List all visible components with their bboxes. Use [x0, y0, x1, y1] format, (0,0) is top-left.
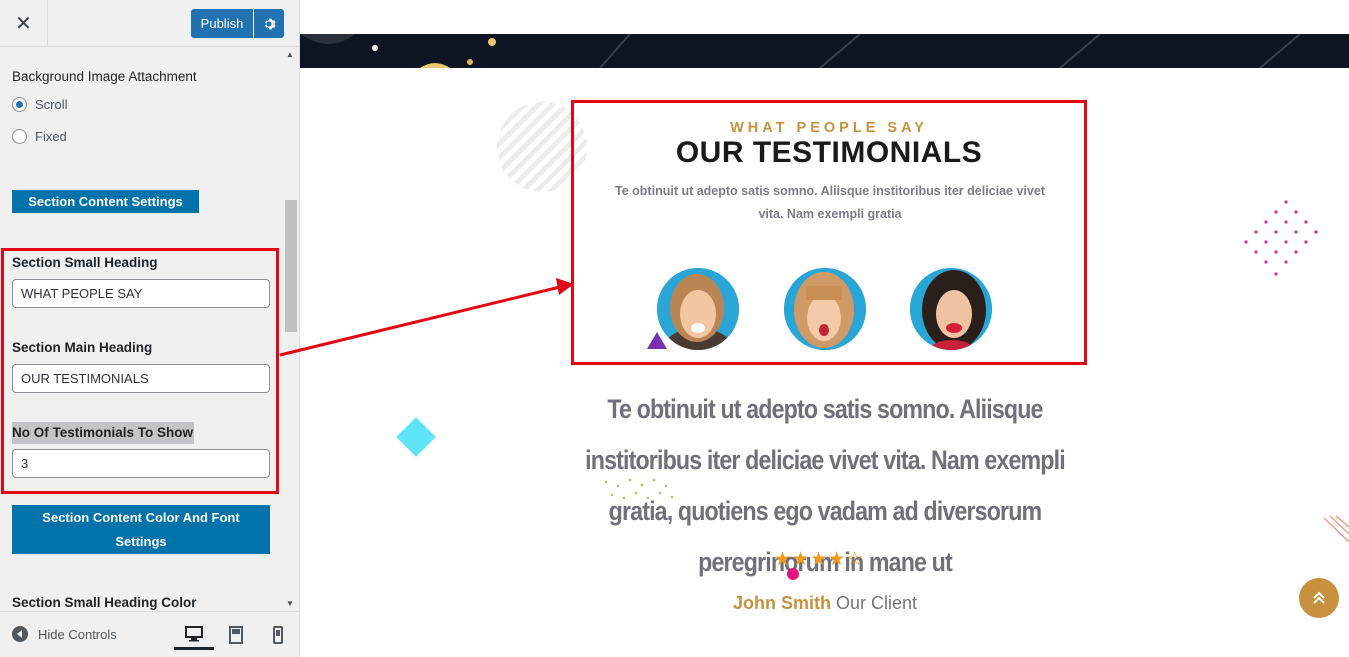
- testimonial-avatar-3[interactable]: [910, 268, 992, 350]
- scroll-down-icon[interactable]: ▼: [286, 599, 294, 608]
- controls-panel: Background Image Attachment Scroll Fixed…: [0, 48, 284, 611]
- diamond-decoration: [396, 417, 436, 457]
- small-heading-color-label: Section Small Heading Color: [12, 595, 197, 610]
- radio-fixed-label: Fixed: [35, 129, 67, 144]
- small-heading-label: Section Small Heading: [12, 255, 158, 270]
- section-content-settings-button[interactable]: Section Content Settings: [12, 190, 199, 213]
- radio-scroll-label: Scroll: [35, 97, 68, 112]
- mobile-preview-button[interactable]: [258, 620, 298, 650]
- section-main-heading: OUR TESTIMONIALS: [675, 136, 983, 169]
- num-testimonials-input[interactable]: [12, 449, 270, 478]
- testimonial-avatar-1[interactable]: [657, 268, 739, 350]
- person-avatar-icon: [910, 268, 992, 350]
- radio-scroll-input[interactable]: [12, 97, 27, 112]
- color-font-settings-button[interactable]: Section Content Color And Font Settings: [12, 505, 270, 554]
- tablet-preview-button[interactable]: [216, 620, 256, 650]
- triangle-decoration: [647, 332, 667, 349]
- testimonial-avatar-2[interactable]: [784, 268, 866, 350]
- hide-controls-label: Hide Controls: [38, 626, 117, 642]
- desktop-preview-button[interactable]: [174, 620, 214, 650]
- star-empty-icon: ☆: [846, 549, 865, 570]
- main-heading-input[interactable]: [12, 364, 270, 393]
- person-avatar-icon: [657, 268, 739, 350]
- num-testimonials-label: No Of Testimonials To Show: [12, 422, 195, 444]
- bg-attachment-title: Background Image Attachment: [12, 69, 197, 84]
- collapse-arrow-icon: [12, 626, 28, 642]
- publish-button[interactable]: Publish: [191, 9, 253, 38]
- double-chevron-up-icon: [1313, 591, 1325, 604]
- star-filled-icon: ★: [810, 549, 829, 570]
- scroll-to-top-button[interactable]: [1299, 578, 1339, 618]
- mobile-icon: [273, 626, 283, 644]
- lines-decoration: [1323, 515, 1349, 543]
- dot-decoration: [787, 568, 799, 580]
- scroll-up-icon[interactable]: ▲: [286, 50, 294, 59]
- main-heading-label: Section Main Heading: [12, 340, 153, 355]
- hero-decoration: [300, 33, 1301, 69]
- desktop-icon: [185, 625, 203, 641]
- site-preview: WHAT PEOPLE SAY OUR TESTIMONIALS Te obti…: [300, 0, 1349, 657]
- hero-banner-strip: [300, 33, 1349, 69]
- customizer-header: ✕ Publish: [0, 0, 299, 47]
- radio-scroll[interactable]: Scroll: [12, 97, 68, 112]
- customizer-footer: Hide Controls: [0, 611, 299, 657]
- customizer-sidebar: ✕ Publish Background Image Attachment Sc…: [0, 0, 300, 657]
- section-subtext: Te obtinuit ut adepto satis somno. Aliis…: [615, 184, 1045, 221]
- publish-settings-button[interactable]: [254, 9, 284, 38]
- tablet-icon: [229, 626, 243, 644]
- client-name: John Smith: [732, 593, 831, 613]
- panel-scrollbar-thumb[interactable]: [285, 200, 297, 332]
- gear-icon: [265, 18, 276, 29]
- star-filled-icon: ★: [828, 549, 847, 570]
- close-icon: ✕: [15, 13, 32, 35]
- hide-controls-button[interactable]: Hide Controls: [12, 626, 117, 642]
- radio-fixed-input[interactable]: [12, 129, 27, 144]
- radio-fixed[interactable]: Fixed: [12, 129, 67, 144]
- client-credit: John Smith Our Client: [600, 593, 1050, 614]
- dot-diamond-decoration: [1244, 200, 1318, 276]
- section-small-heading: WHAT PEOPLE SAY: [730, 120, 928, 136]
- small-heading-input[interactable]: [12, 279, 270, 308]
- person-avatar-icon: [784, 268, 866, 350]
- client-role: Our Client: [835, 593, 918, 613]
- close-customizer-button[interactable]: ✕: [0, 0, 48, 47]
